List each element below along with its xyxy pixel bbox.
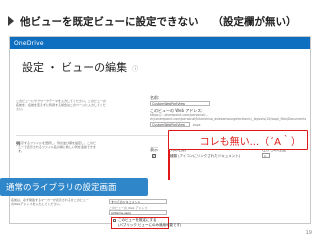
normal-library-label: 通常のライブラリの設定画面 [0,178,148,196]
library-settings-screenshot: 名前は、必ず関連するマーカーが表示されるかこのビューのWebアドレスを入力してく… [9,196,311,229]
column-name: 種類 (アイコンにリンクされたドキュメント) [170,154,241,158]
library-description: 名前は、必ず関連するマーカーが表示されるかこのビューのWebアドレスを入力してく… [11,198,89,206]
page-number: 19 [305,230,312,236]
column-show-checkbox[interactable] [152,153,156,158]
app-topbar: OneDrive [10,37,310,49]
view-address-input[interactable]: AllItems.aspx [109,210,167,215]
name-section-description: このビューにサブワークテーマを入力してください。このビューの名前を、名前を変えず… [16,99,106,111]
default-view-highlight: このビューを既定にする (パブリック ビューにのみ適用可能です) [111,217,182,229]
brand-name[interactable]: OneDrive [14,40,44,47]
info-icon: ⓘ [132,66,139,73]
callout-text: コレも無い...（´A｀） [199,137,301,148]
slide-title-text: 他ビューを既定ビューに設定できない [20,15,199,28]
page-title-text: 設定 ・ ビューの編集 [22,62,128,74]
slide-title: 他ビューを既定ビューに設定できない （設定欄が無い） [8,12,312,30]
bullet-triangle-icon [8,16,14,26]
default-view-checkbox[interactable] [113,219,116,222]
address-url-2: my.sharepoint.com/personal/hikaruhisa_as… [150,117,306,121]
normal-library-label-text: 通常のライブラリの設定画面 [6,183,117,193]
columns-header: 列 [16,141,20,146]
column-order-select[interactable]: 1 [262,153,270,158]
aspx-suffix: .aspx [192,123,201,127]
slide-subtitle: （設定欄が無い） [212,15,297,28]
missing-setting-callout: コレも無い...（´A｀） [168,130,308,150]
default-view-note: (パブリック ビューにのみ適用可能です) [118,223,182,227]
name-input[interactable]: CustomWebPartView [150,101,210,106]
page-title: 設定 ・ ビューの編集 ⓘ [22,59,138,75]
address-input[interactable]: CustomWebPartView [150,122,190,127]
callout-connector [168,150,170,180]
columns-description: 表示するファイルを選択し、列の並び順を設定し、このビューで表示されるファイル名の… [18,141,97,153]
view-name-input[interactable]: すべてのドキュメント [109,199,167,204]
